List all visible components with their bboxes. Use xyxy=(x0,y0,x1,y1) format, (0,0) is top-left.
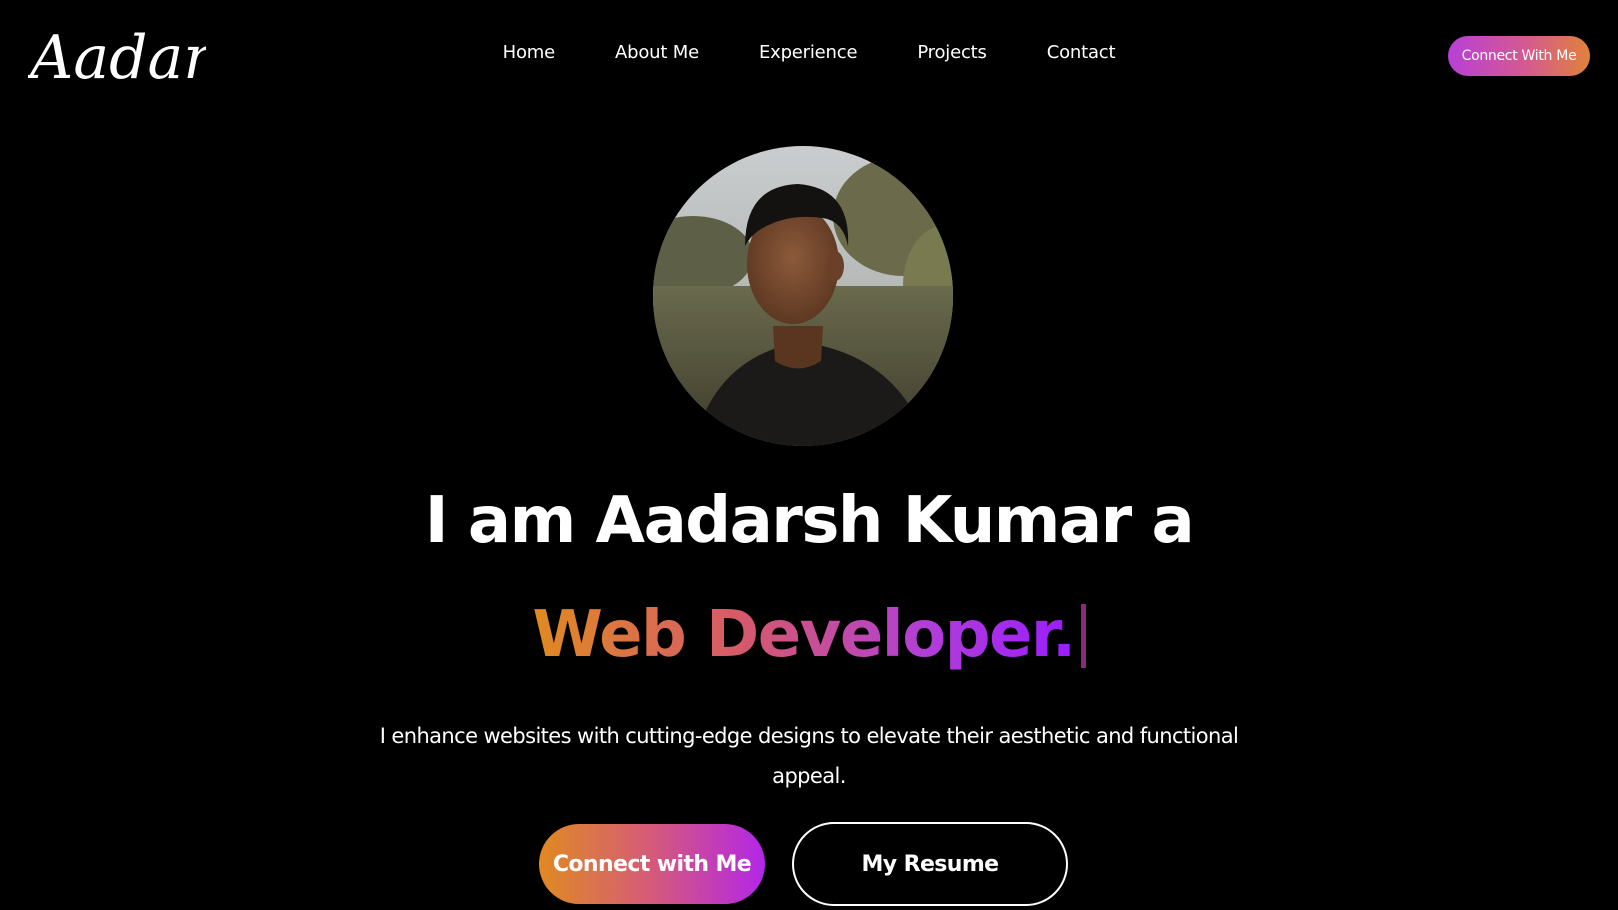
nav-links: Home About Me Experience Projects Contac… xyxy=(503,42,1116,63)
svg-text:Aadarsh: Aadarsh xyxy=(28,23,206,93)
typing-cursor xyxy=(1080,604,1086,668)
nav-link-projects[interactable]: Projects xyxy=(917,42,987,63)
header-connect-button[interactable]: Connect With Me xyxy=(1448,36,1590,76)
connect-with-me-button[interactable]: Connect with Me xyxy=(539,824,765,904)
hero-role: Web Developer. xyxy=(0,598,1618,672)
logo-wordmark: Aadarsh xyxy=(25,23,281,93)
hero-tagline: I enhance websites with cutting-edge des… xyxy=(379,724,1239,788)
avatar xyxy=(653,146,953,446)
site-logo[interactable]: Aadarsh xyxy=(25,14,281,96)
hero-headline: I am Aadarsh Kumar a xyxy=(424,484,1195,558)
profile-photo-icon xyxy=(653,146,953,446)
portfolio-page: Aadarsh Home About Me Experience Project… xyxy=(0,0,1618,910)
nav-link-home[interactable]: Home xyxy=(503,42,556,63)
hero-role-text: Web Developer. xyxy=(532,598,1076,672)
my-resume-button[interactable]: My Resume xyxy=(792,822,1068,906)
nav-link-experience[interactable]: Experience xyxy=(759,42,858,63)
nav-link-contact[interactable]: Contact xyxy=(1047,42,1116,63)
nav-link-about[interactable]: About Me xyxy=(615,42,699,63)
main-nav: Home About Me Experience Projects Contac… xyxy=(0,42,1618,63)
